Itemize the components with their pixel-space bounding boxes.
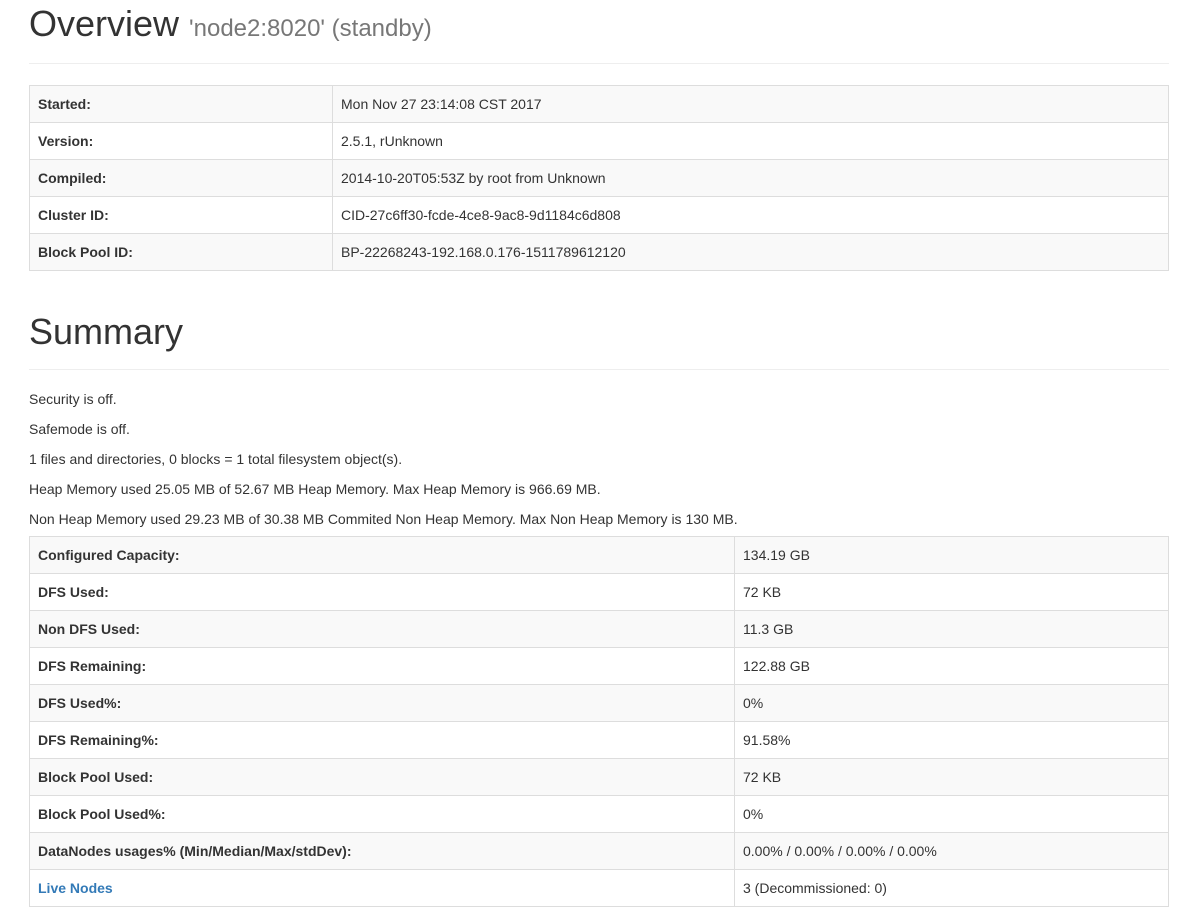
started-value: Mon Nov 27 23:14:08 CST 2017 — [332, 85, 1169, 123]
dfs-remaining-percent-value: 91.58% — [734, 721, 1169, 759]
block-pool-id-label: Block Pool ID: — [29, 233, 333, 271]
non-dfs-used-value: 11.3 GB — [734, 610, 1169, 648]
version-value: 2.5.1, rUnknown — [332, 122, 1169, 160]
cluster-id-value: CID-27c6ff30-fcde-4ce8-9ac8-9d1184c6d808 — [332, 196, 1169, 234]
table-row: DFS Used%: 0% — [29, 684, 1169, 722]
datanodes-usages-label: DataNodes usages% (Min/Median/Max/stdDev… — [29, 832, 735, 870]
overview-heading: Overview 'node2:8020' (standby) — [29, 4, 1169, 44]
table-row: Started: Mon Nov 27 23:14:08 CST 2017 — [29, 85, 1169, 123]
dfs-used-value: 72 KB — [734, 573, 1169, 611]
summary-header: Summary — [29, 305, 1169, 370]
table-row: Live Nodes 3 (Decommissioned: 0) — [29, 869, 1169, 907]
table-row: DFS Remaining%: 91.58% — [29, 721, 1169, 759]
filesystem-objects-status: 1 files and directories, 0 blocks = 1 to… — [29, 451, 403, 467]
dfs-remaining-value: 122.88 GB — [734, 647, 1169, 685]
dfs-used-percent-label: DFS Used%: — [29, 684, 735, 722]
datanodes-usages-value: 0.00% / 0.00% / 0.00% / 0.00% — [734, 832, 1169, 870]
table-row: Compiled: 2014-10-20T05:53Z by root from… — [29, 159, 1169, 197]
cluster-id-label: Cluster ID: — [29, 196, 333, 234]
overview-table: Started: Mon Nov 27 23:14:08 CST 2017 Ve… — [29, 85, 1169, 271]
configured-capacity-label: Configured Capacity: — [29, 536, 735, 574]
block-pool-used-percent-label: Block Pool Used%: — [29, 795, 735, 833]
live-nodes-link[interactable]: Live Nodes — [38, 880, 113, 896]
summary-title: Summary — [29, 311, 184, 352]
security-status: Security is off. — [29, 391, 117, 407]
live-nodes-value: 3 (Decommissioned: 0) — [734, 869, 1169, 907]
table-row: Block Pool Used: 72 KB — [29, 758, 1169, 796]
dfs-remaining-label: DFS Remaining: — [29, 647, 735, 685]
page: Overview 'node2:8020' (standby) Started:… — [29, 0, 1169, 907]
overview-title: Overview — [29, 3, 180, 44]
compiled-value: 2014-10-20T05:53Z by root from Unknown — [332, 159, 1169, 197]
live-nodes-cell: Live Nodes — [29, 869, 735, 907]
dfs-used-percent-value: 0% — [734, 684, 1169, 722]
table-row: Non DFS Used: 11.3 GB — [29, 610, 1169, 648]
non-dfs-used-label: Non DFS Used: — [29, 610, 735, 648]
dfs-used-label: DFS Used: — [29, 573, 735, 611]
table-row: Version: 2.5.1, rUnknown — [29, 122, 1169, 160]
safemode-status: Safemode is off. — [29, 421, 130, 437]
table-row: DFS Remaining: 122.88 GB — [29, 647, 1169, 685]
dfs-remaining-percent-label: DFS Remaining%: — [29, 721, 735, 759]
compiled-label: Compiled: — [29, 159, 333, 197]
table-row: Configured Capacity: 134.19 GB — [29, 536, 1169, 574]
table-row: Block Pool Used%: 0% — [29, 795, 1169, 833]
table-row: Block Pool ID: BP-22268243-192.168.0.176… — [29, 233, 1169, 271]
overview-subtitle: 'node2:8020' (standby) — [189, 15, 432, 42]
heap-memory-status: Heap Memory used 25.05 MB of 52.67 MB He… — [29, 481, 601, 497]
block-pool-id-value: BP-22268243-192.168.0.176-1511789612120 — [332, 233, 1169, 271]
overview-header: Overview 'node2:8020' (standby) — [29, 0, 1169, 64]
block-pool-used-value: 72 KB — [734, 758, 1169, 796]
block-pool-used-label: Block Pool Used: — [29, 758, 735, 796]
started-label: Started: — [29, 85, 333, 123]
block-pool-used-percent-value: 0% — [734, 795, 1169, 833]
table-row: DataNodes usages% (Min/Median/Max/stdDev… — [29, 832, 1169, 870]
non-heap-memory-status: Non Heap Memory used 29.23 MB of 30.38 M… — [29, 511, 738, 527]
summary-table: Configured Capacity: 134.19 GB DFS Used:… — [29, 536, 1169, 907]
configured-capacity-value: 134.19 GB — [734, 536, 1169, 574]
version-label: Version: — [29, 122, 333, 160]
table-row: Cluster ID: CID-27c6ff30-fcde-4ce8-9ac8-… — [29, 196, 1169, 234]
table-row: DFS Used: 72 KB — [29, 573, 1169, 611]
summary-status-lines: Security is off. Safemode is off. 1 file… — [29, 384, 1169, 534]
